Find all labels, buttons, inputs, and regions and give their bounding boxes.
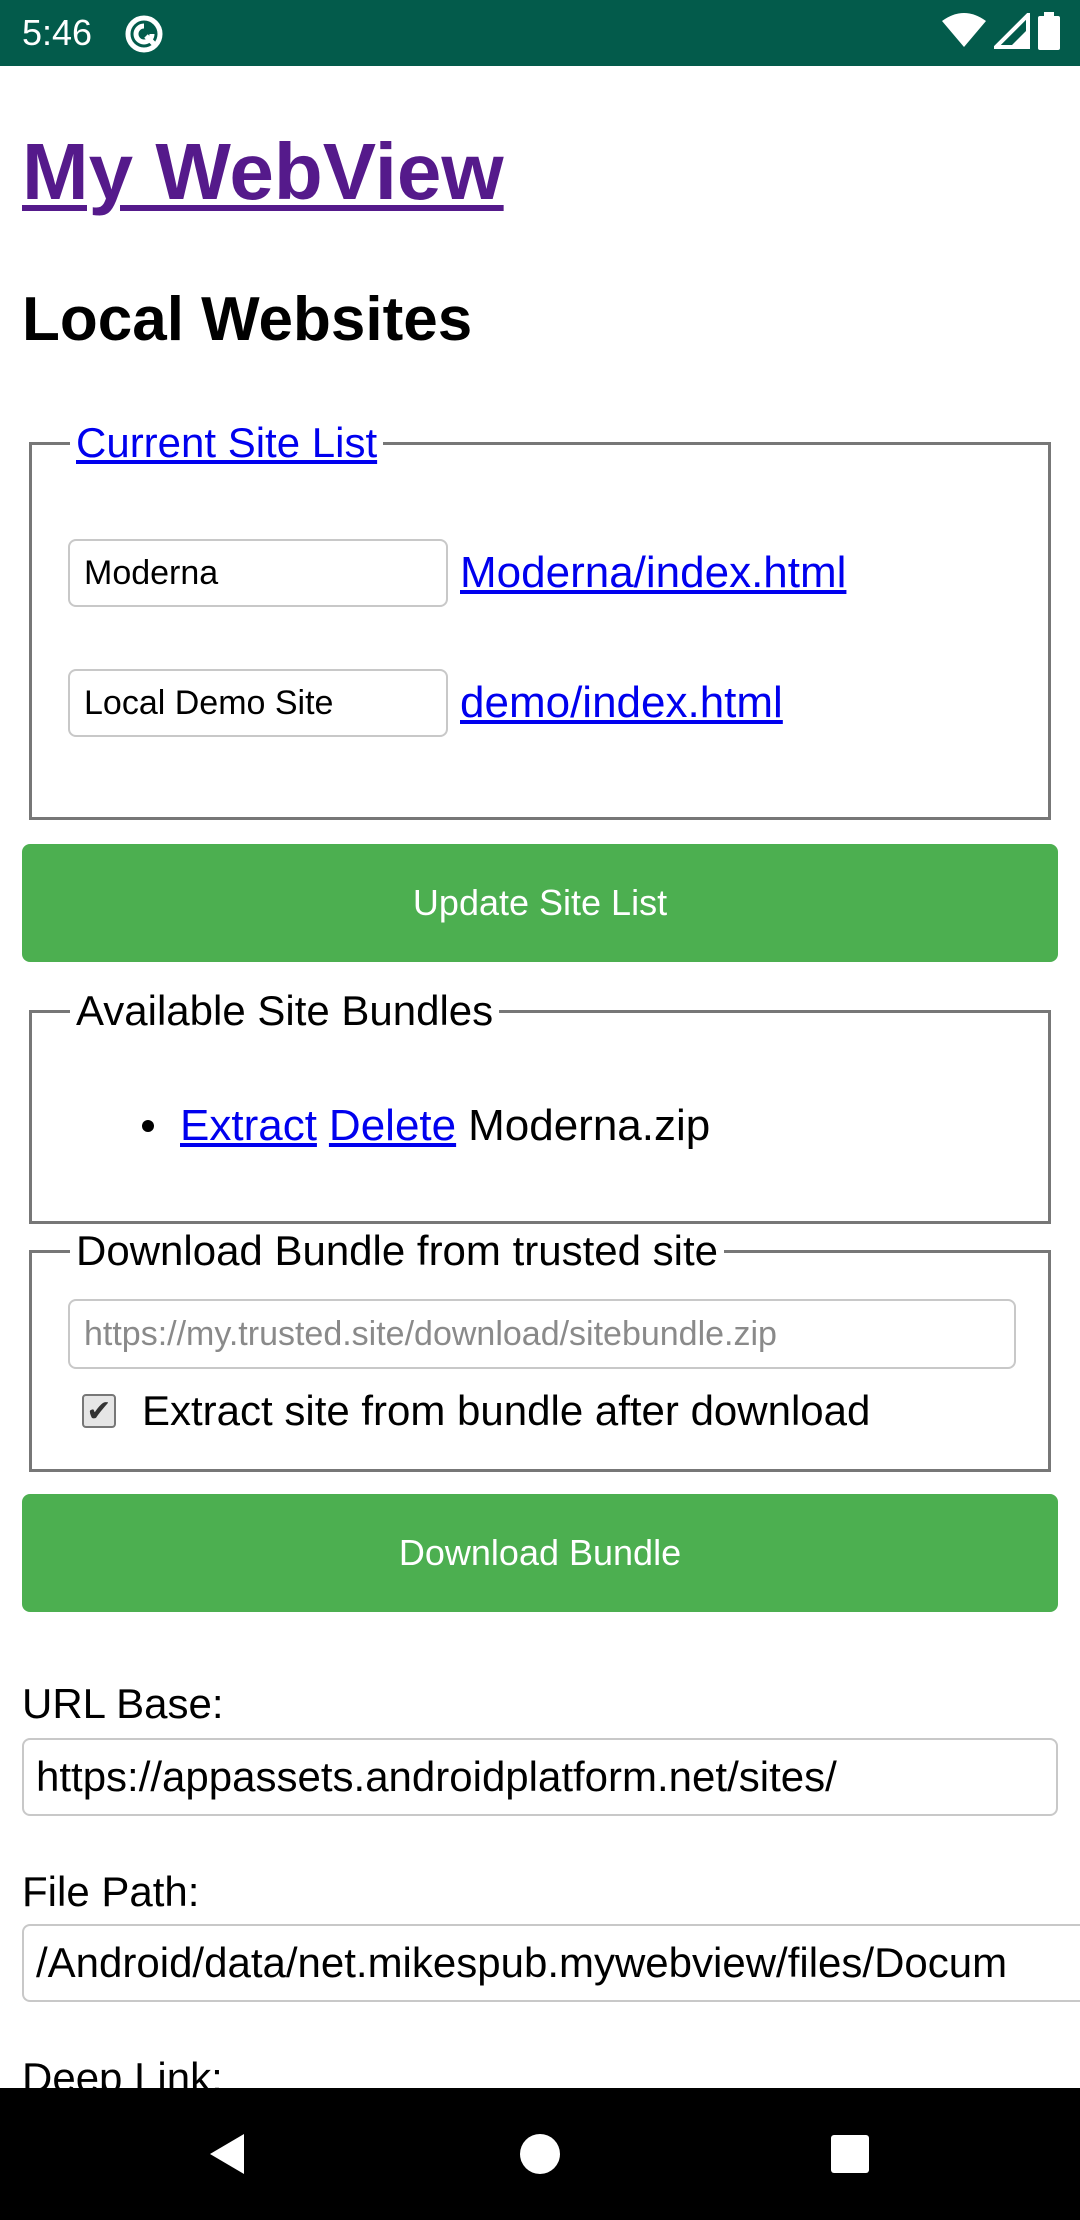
bundle-list-item: Extract Delete Moderna.zip [142,1101,710,1151]
available-bundles-legend: Available Site Bundles [70,987,500,1035]
signal-icon [991,9,1030,54]
download-bundle-fieldset: Download Bundle from trusted site https:… [29,1227,1051,1472]
bundle-url-input[interactable]: https://my.trusted.site/download/sitebun… [68,1299,1016,1369]
delete-bundle-link[interactable]: Delete [329,1101,456,1151]
navigation-bar [0,2088,1080,2220]
extract-checkbox-label: Extract site from bundle after download [142,1387,871,1434]
deep-link-label: Deep Link: [22,2054,223,2088]
download-bundle-button[interactable]: Download Bundle [22,1494,1058,1612]
section-heading: Local Websites [22,285,473,354]
site-row: Local Demo Site demo/index.html [68,669,783,737]
extract-bundle-link[interactable]: Extract [180,1101,317,1151]
status-right-icons [942,9,1060,55]
back-icon[interactable] [198,2124,258,2184]
recents-icon[interactable] [820,2124,880,2184]
current-site-list-fieldset: Current Site List Moderna Moderna/index.… [29,419,1051,820]
webview-content: My WebView Local Websites Current Site L… [0,66,1080,2088]
site-name-input[interactable]: Moderna [68,539,448,607]
available-bundles-fieldset: Available Site Bundles Extract Delete Mo… [29,987,1051,1224]
battery-icon [1038,11,1060,55]
site-name-input[interactable]: Local Demo Site [68,669,448,737]
site-row: Moderna Moderna/index.html [68,539,846,607]
app-title-link[interactable]: My WebView [22,126,504,218]
wifi-icon [942,12,986,54]
site-path-link[interactable]: demo/index.html [460,678,783,728]
status-bar: 5:46 [0,0,1080,66]
file-path-field[interactable]: /Android/data/net.mikespub.mywebview/fil… [22,1924,1080,2002]
current-site-list-legend: Current Site List [70,419,384,467]
file-path-label: File Path: [22,1868,200,1915]
bundle-file-name: Moderna.zip [468,1101,711,1150]
update-site-list-button[interactable]: Update Site List [22,844,1058,962]
site-path-link[interactable]: Moderna/index.html [460,548,846,598]
current-site-list-link[interactable]: Current Site List [76,419,377,466]
bullet [142,1120,154,1132]
download-bundle-legend: Download Bundle from trusted site [70,1227,724,1275]
at-sign-notification-icon [124,14,164,54]
extract-checkbox[interactable]: ✔ [82,1394,116,1428]
url-base-label: URL Base: [22,1680,224,1727]
home-icon[interactable] [510,2124,570,2184]
extract-checkbox-row: ✔ Extract site from bundle after downloa… [82,1387,870,1435]
url-base-field[interactable]: https://appassets.androidplatform.net/si… [22,1738,1058,1816]
status-time: 5:46 [22,12,93,53]
